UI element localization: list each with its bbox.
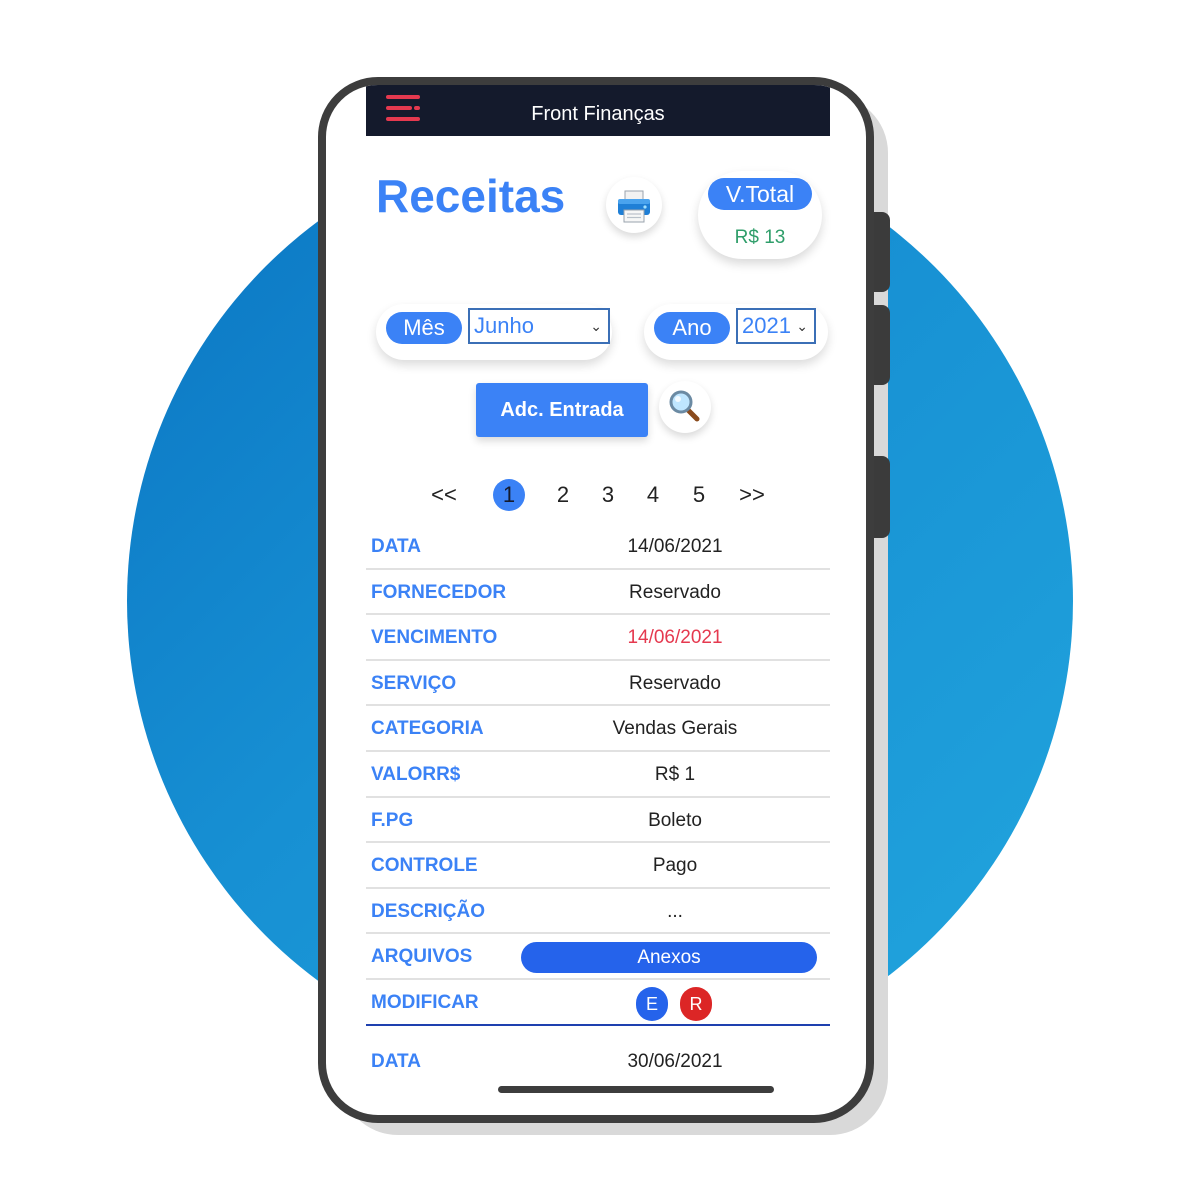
row-value: Vendas Gerais — [612, 718, 738, 740]
year-select[interactable]: 2021 ⌄ — [736, 308, 816, 344]
pagination-page-3[interactable]: 3 — [596, 477, 620, 513]
table-row: VALORR$ R$ 1 — [366, 752, 830, 798]
pagination-page-1[interactable]: 1 — [493, 479, 525, 511]
row-value: Reservado — [629, 672, 721, 694]
row-value: Reservado — [629, 581, 721, 603]
table-row: F.PG Boleto — [366, 798, 830, 844]
row-label: DESCRIÇÃO — [371, 900, 486, 922]
row-label: CONTROLE — [371, 855, 478, 877]
row-value: ... — [667, 900, 683, 922]
modify-label: MODIFICAR — [371, 991, 479, 1013]
stage: Front Finanças Receitas V.Total R$ 13 Mê… — [0, 0, 1200, 1200]
table-row: MODIFICAR E R — [366, 980, 830, 1026]
month-label: Mês — [386, 312, 462, 344]
row-label: VALORR$ — [371, 763, 461, 785]
table-row: VENCIMENTO 14/06/2021 — [366, 615, 830, 661]
files-label: ARQUIVOS — [371, 946, 473, 968]
row-label: VENCIMENTO — [371, 627, 498, 649]
total-value-card: V.Total R$ 13 — [698, 171, 822, 259]
phone-frame: Front Finanças Receitas V.Total R$ 13 Mê… — [318, 77, 874, 1123]
month-filter: Mês Junho ⌄ — [376, 304, 612, 360]
total-value: R$ 13 — [734, 227, 786, 248]
row-label: CATEGORIA — [371, 718, 484, 740]
row-label: DATA — [371, 1051, 421, 1072]
app-screen: Front Finanças Receitas V.Total R$ 13 Mê… — [366, 85, 830, 1115]
row-value: R$ 1 — [654, 763, 696, 785]
top-navbar: Front Finanças — [366, 85, 830, 136]
record-separator — [366, 1024, 830, 1026]
remove-button[interactable]: R — [680, 986, 712, 1021]
year-label: Ano — [654, 312, 730, 344]
due-date-value: 14/06/2021 — [627, 627, 723, 649]
month-select[interactable]: Junho ⌄ — [468, 308, 610, 344]
row-value: 30/06/2021 — [627, 1051, 723, 1072]
chevron-down-icon: ⌄ — [590, 318, 602, 334]
magnifier-icon — [669, 390, 700, 422]
pagination: << 1 2 3 4 5 >> — [366, 477, 830, 513]
row-value: Boleto — [648, 809, 702, 831]
row-label: F.PG — [371, 809, 414, 831]
table-row: SERVIÇO Reservado — [366, 661, 830, 707]
pagination-next[interactable]: >> — [732, 477, 772, 513]
row-label: DATA — [371, 536, 421, 557]
table-row: FORNECEDOR Reservado — [366, 570, 830, 616]
record-table: DATA 14/06/2021 FORNECEDOR Reservado VEN… — [366, 524, 830, 1026]
app-title: Front Finanças — [531, 103, 665, 125]
pagination-page-5[interactable]: 5 — [687, 477, 711, 513]
month-select-value: Junho — [474, 313, 534, 338]
page-title: Receitas — [376, 170, 566, 222]
printer-icon — [618, 190, 650, 223]
table-row: CATEGORIA Vendas Gerais — [366, 706, 830, 752]
pagination-page-2[interactable]: 2 — [551, 477, 575, 513]
pagination-page-4[interactable]: 4 — [641, 477, 665, 513]
table-row: ARQUIVOS Anexos — [366, 934, 830, 980]
print-button[interactable] — [606, 177, 662, 233]
home-indicator — [498, 1086, 774, 1093]
pagination-prev[interactable]: << — [424, 477, 464, 513]
total-label: V.Total — [708, 178, 812, 210]
search-button[interactable] — [659, 381, 711, 433]
row-label: SERVIÇO — [371, 672, 457, 694]
year-filter: Ano 2021 ⌄ — [644, 304, 828, 360]
chevron-down-icon: ⌄ — [796, 318, 808, 334]
table-row: DESCRIÇÃO ... — [366, 889, 830, 935]
table-row: CONTROLE Pago — [366, 843, 830, 889]
add-entry-button[interactable]: Adc. Entrada — [476, 383, 648, 437]
row-value: 14/06/2021 — [627, 536, 723, 557]
row-value: Pago — [652, 855, 698, 877]
row-label: FORNECEDOR — [371, 581, 507, 603]
edit-button[interactable]: E — [636, 986, 668, 1021]
table-row: DATA 30/06/2021 — [366, 1043, 830, 1083]
attachments-button[interactable]: Anexos — [521, 942, 817, 974]
year-select-value: 2021 — [742, 313, 791, 338]
table-row: DATA 14/06/2021 — [366, 524, 830, 570]
